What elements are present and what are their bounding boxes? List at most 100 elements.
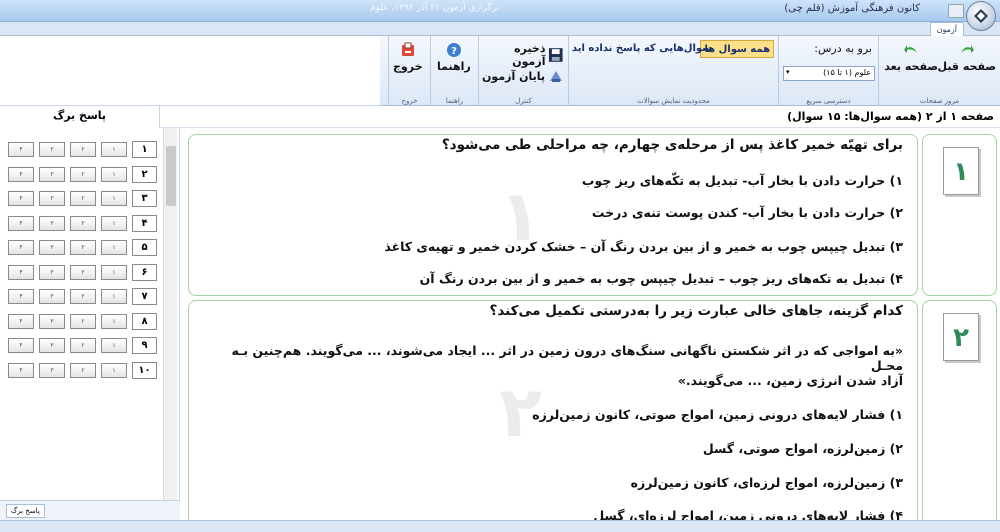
answer-choice-button[interactable]: ۴ bbox=[8, 313, 34, 329]
help-label: راهنما bbox=[437, 60, 471, 73]
title-bar: برگزاری آزمون ۲۱ آذر ۱۳۹۲، علوم کانون فر… bbox=[0, 0, 1000, 22]
answer-choice-button[interactable]: ۴ bbox=[8, 142, 34, 157]
question-option[interactable]: ۲) حرارت دادن با بخار آب- کندن پوست تنه‌… bbox=[203, 205, 903, 220]
status-bar bbox=[0, 520, 1000, 532]
app-menu-button[interactable] bbox=[966, 1, 996, 31]
answer-choice-button[interactable]: ۲ bbox=[70, 166, 96, 182]
group-navigation-label: مرور صفحات bbox=[919, 97, 960, 105]
goto-lesson-label: برو به درس: bbox=[814, 42, 872, 55]
filter-unanswered[interactable]: سوال‌هایی که پاسخ نداده اید bbox=[572, 40, 712, 58]
answer-row: ۱۰ ۱ ۲ ۳ ۴ bbox=[3, 359, 160, 384]
exit-label: خروج bbox=[393, 60, 423, 73]
question-option[interactable]: ۳) زمین‌لرزه، امواج لرزه‌ای، کانون زمین‌… bbox=[203, 475, 903, 490]
answer-choice-button[interactable]: ۳ bbox=[39, 142, 65, 157]
next-page-button[interactable]: صفحه بعد bbox=[884, 42, 938, 73]
answer-choice-button[interactable]: ۲ bbox=[70, 362, 96, 378]
answer-choice-button[interactable]: ۲ bbox=[70, 191, 96, 206]
answer-choice-button[interactable]: ۳ bbox=[39, 215, 65, 231]
answer-choice-button[interactable]: ۳ bbox=[39, 313, 65, 329]
answer-choice-button[interactable]: ۱ bbox=[101, 240, 127, 255]
group-filter: همه سوال ها سوال‌هایی که پاسخ نداده اید … bbox=[568, 36, 778, 106]
answer-choice-button[interactable]: ۱ bbox=[101, 313, 127, 329]
answer-choice-button[interactable]: ۲ bbox=[70, 338, 96, 353]
question-passage: آزاد شدن انرژی زمین، ... می‌گویند.» bbox=[677, 373, 903, 388]
answer-choice-button[interactable]: ۴ bbox=[8, 362, 34, 378]
answer-choice-button[interactable]: ۲ bbox=[70, 289, 96, 304]
answer-choice-button[interactable]: ۴ bbox=[8, 166, 34, 182]
answer-sheet-scrollbar[interactable] bbox=[163, 128, 177, 500]
answer-choice-button[interactable]: ۱ bbox=[101, 264, 127, 280]
answer-choice-button[interactable]: ۲ bbox=[70, 142, 96, 157]
save-exam-label: ذخیره آزمون bbox=[512, 42, 546, 68]
group-navigation: صفحه قبل صفحه بعد مرور صفحات bbox=[878, 36, 1000, 106]
answer-choice-button[interactable]: ۳ bbox=[39, 166, 65, 182]
answer-choice-button[interactable]: ۲ bbox=[70, 240, 96, 255]
answer-choice-button[interactable]: ۳ bbox=[39, 362, 65, 378]
answer-row-number: ۱ bbox=[132, 141, 157, 158]
answer-choice-button[interactable]: ۳ bbox=[39, 240, 65, 255]
scrollbar-thumb[interactable] bbox=[166, 146, 176, 206]
question-option[interactable]: ۳) تبدیل چیپس چوب به خمیر و از بین بردن … bbox=[203, 239, 903, 254]
tab-exam[interactable]: آزمون bbox=[929, 22, 964, 36]
arrow-left-icon bbox=[904, 45, 918, 53]
group-filter-label: محدودیت نمایش سوالات bbox=[637, 97, 710, 105]
question-option[interactable]: ۲) زمین‌لرزه، امواج صوتی، گسل bbox=[203, 441, 903, 456]
answer-row-number: ۵ bbox=[132, 239, 157, 256]
chevron-down-icon: ▾ bbox=[786, 68, 790, 76]
lesson-select[interactable]: علوم (۱ تا ۱۵) ▾ bbox=[783, 66, 875, 81]
finish-exam-button[interactable]: پایان آزمون bbox=[482, 68, 564, 84]
ribbon-blank-area bbox=[0, 36, 380, 106]
answer-choice-button[interactable]: ۱ bbox=[101, 142, 127, 157]
exit-button[interactable]: خروج bbox=[393, 42, 423, 73]
answer-choice-button[interactable]: ۳ bbox=[39, 338, 65, 353]
next-page-label: صفحه بعد bbox=[884, 60, 938, 73]
answer-sheet-grid: ۱۱۲۳۴۲۱۲۳۴۳۱۲۳۴۴۱۲۳۴۵۱۲۳۴۶۱۲۳۴۷۱۲۳۴۸۱۲۳۴… bbox=[3, 138, 160, 383]
answer-choice-button[interactable]: ۱ bbox=[101, 289, 127, 304]
answer-choice-button[interactable]: ۴ bbox=[8, 338, 34, 353]
answer-choice-button[interactable]: ۳ bbox=[39, 264, 65, 280]
finish-exam-label: پایان آزمون bbox=[482, 69, 545, 83]
answer-choice-button[interactable]: ۳ bbox=[39, 191, 65, 206]
answer-choice-button[interactable]: ۱ bbox=[101, 215, 127, 231]
answer-choice-button[interactable]: ۱ bbox=[101, 191, 127, 206]
arrow-right-icon bbox=[960, 45, 974, 53]
save-icon bbox=[549, 48, 564, 62]
answer-row: ۵۱۲۳۴ bbox=[3, 236, 160, 261]
answer-sheet-title: پاسخ برگ bbox=[0, 106, 160, 128]
question-passage: «به امواجی که در اثر شکستن ناگهانی سنگ‌ه… bbox=[231, 343, 903, 373]
question-option[interactable]: ۱) حرارت دادن با بخار آب- تبدیل به تکّه‌… bbox=[203, 173, 903, 188]
answer-choice-button[interactable]: ۴ bbox=[8, 215, 34, 231]
question-stem: کدام گزینه، جاهای خالی عبارت زیر را به‌د… bbox=[489, 303, 903, 319]
answer-choice-button[interactable]: ۱ bbox=[101, 338, 127, 353]
answer-choice-button[interactable]: ۳ bbox=[39, 289, 65, 304]
answer-choice-button[interactable]: ۲ bbox=[70, 215, 96, 231]
answer-choice-button[interactable]: ۲ bbox=[70, 264, 96, 280]
ribbon: خروج خروج ? راهنما راهنما ذخیره آزمون پا… bbox=[380, 36, 1000, 106]
question-option[interactable]: ۱) فشار لایه‌های درونی زمین، امواج صوتی،… bbox=[203, 407, 903, 422]
answer-sheet-panel: ۱۱۲۳۴۲۱۲۳۴۳۱۲۳۴۴۱۲۳۴۵۱۲۳۴۶۱۲۳۴۷۱۲۳۴۸۱۲۳۴… bbox=[0, 128, 180, 500]
answer-choice-button[interactable]: ۴ bbox=[8, 191, 34, 206]
answer-choice-button[interactable]: ۴ bbox=[8, 240, 34, 255]
answer-choice-button[interactable]: ۱ bbox=[101, 166, 127, 182]
answer-choice-button[interactable]: ۴ bbox=[8, 264, 34, 280]
answer-choice-button[interactable]: ۴ bbox=[8, 289, 34, 304]
group-exit: خروج خروج bbox=[388, 36, 430, 106]
answer-choice-button[interactable]: ۱ bbox=[101, 362, 127, 378]
answer-row: ۳۱۲۳۴ bbox=[3, 187, 160, 212]
quick-access-icon[interactable] bbox=[948, 4, 964, 18]
answer-sheet-tab[interactable]: پاسخ برگ bbox=[6, 504, 45, 518]
question-number-card: ۱ bbox=[922, 134, 997, 296]
question-number: ۲ bbox=[953, 323, 969, 353]
answer-choice-button[interactable]: ۲ bbox=[70, 313, 96, 329]
answer-row: ۲۱۲۳۴ bbox=[3, 163, 160, 188]
help-button[interactable]: ? راهنما bbox=[437, 42, 471, 73]
question-number-badge: ۲ bbox=[943, 313, 979, 361]
answer-row: ۸۱۲۳۴ bbox=[3, 310, 160, 335]
prev-page-button[interactable]: صفحه قبل bbox=[938, 42, 996, 73]
save-exam-button[interactable]: ذخیره آزمون bbox=[479, 42, 564, 68]
answer-row-number: ۳ bbox=[132, 190, 157, 207]
ribbon-tab-row: آزمون bbox=[0, 22, 1000, 36]
group-quick-access: برو به درس: علوم (۱ تا ۱۵) ▾ دسترسی سریع bbox=[778, 36, 878, 106]
question-option[interactable]: ۴) تبدیل به تکه‌های ریز چوب – تبدیل چیپس… bbox=[203, 271, 903, 286]
answer-row-number: ۲ bbox=[132, 165, 157, 183]
